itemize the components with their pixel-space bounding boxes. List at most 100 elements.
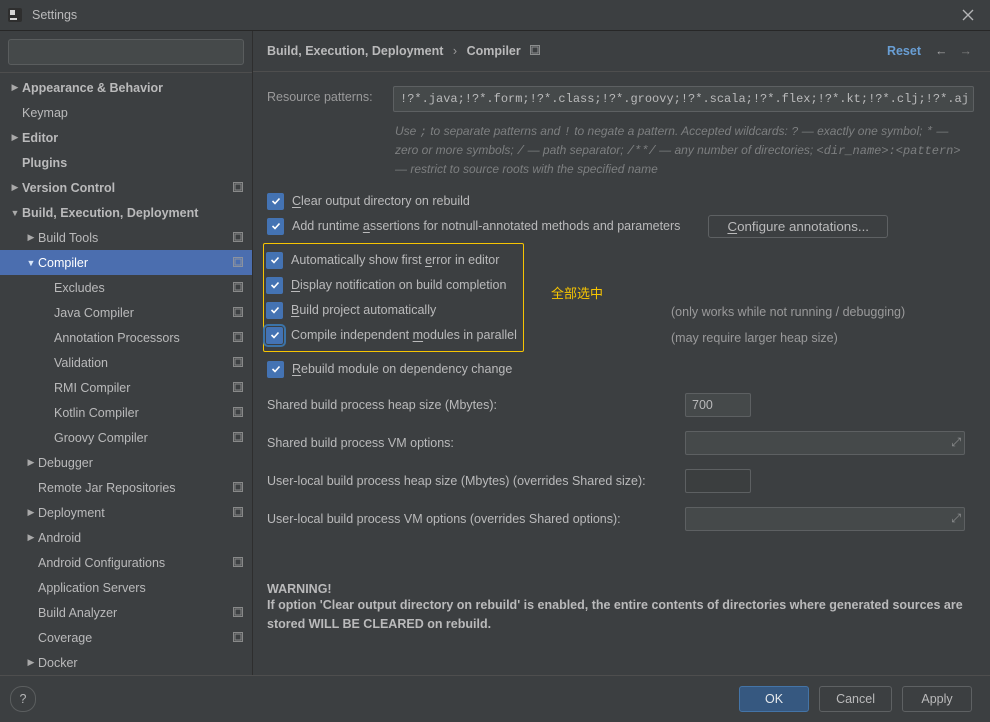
sidebar-item-editor[interactable]: ▶Editor <box>0 125 252 150</box>
app-icon <box>6 6 24 24</box>
sidebar-item-kotlin-compiler[interactable]: Kotlin Compiler <box>0 400 252 425</box>
project-scope-icon <box>232 406 246 420</box>
sidebar-item-android-configurations[interactable]: Android Configurations <box>0 550 252 575</box>
chevron-right-icon[interactable]: ▶ <box>8 132 22 143</box>
chevron-right-icon[interactable]: ▶ <box>24 532 38 543</box>
chevron-right-icon[interactable]: ▶ <box>24 657 38 668</box>
sidebar-item-build-tools[interactable]: ▶Build Tools <box>0 225 252 250</box>
sidebar-item-coverage[interactable]: Coverage <box>0 625 252 650</box>
clear-output-checkbox[interactable] <box>267 193 284 210</box>
sidebar-item-plugins[interactable]: Plugins <box>0 150 252 175</box>
auto-error-checkbox[interactable] <box>266 252 283 269</box>
user-vm-input[interactable] <box>685 507 965 531</box>
sidebar-item-application-servers[interactable]: Application Servers <box>0 575 252 600</box>
forward-arrow-icon: → <box>960 44 973 58</box>
project-scope-icon <box>232 356 246 370</box>
sidebar-item-compiler[interactable]: ▼Compiler <box>0 250 252 275</box>
add-runtime-checkbox[interactable] <box>267 218 284 235</box>
project-scope-icon <box>232 631 246 645</box>
user-heap-input[interactable] <box>685 469 751 493</box>
configure-annotations-button[interactable]: Configure annotations... <box>708 215 888 238</box>
sidebar-item-remote-jar-repositories[interactable]: Remote Jar Repositories <box>0 475 252 500</box>
sidebar-item-label: Coverage <box>38 631 226 645</box>
sidebar-item-debugger[interactable]: ▶Debugger <box>0 450 252 475</box>
sidebar: ▶Appearance & BehaviorKeymap▶EditorPlugi… <box>0 31 253 675</box>
sidebar-item-keymap[interactable]: Keymap <box>0 100 252 125</box>
warning-body: If option 'Clear output directory on reb… <box>267 596 974 634</box>
settings-tree[interactable]: ▶Appearance & BehaviorKeymap▶EditorPlugi… <box>0 73 252 675</box>
sidebar-item-label: RMI Compiler <box>54 381 226 395</box>
auto-error-label: Automatically show first error in editor <box>291 253 499 267</box>
build-auto-label: Build project automatically <box>291 303 436 317</box>
sidebar-item-annotation-processors[interactable]: Annotation Processors <box>0 325 252 350</box>
sidebar-item-label: Deployment <box>38 506 226 520</box>
sidebar-item-groovy-compiler[interactable]: Groovy Compiler <box>0 425 252 450</box>
project-scope-icon <box>232 481 246 495</box>
sidebar-item-label: Compiler <box>38 256 226 270</box>
resource-patterns-label: Resource patterns: <box>267 86 377 104</box>
resource-patterns-input[interactable] <box>393 86 974 112</box>
warning-title: WARNING! <box>267 582 974 596</box>
sidebar-item-build-execution-deployment[interactable]: ▼Build, Execution, Deployment <box>0 200 252 225</box>
search-row <box>0 31 252 73</box>
chevron-right-icon[interactable]: ▶ <box>24 232 38 243</box>
project-scope-icon <box>232 381 246 395</box>
clear-output-label: Clear output directory on rebuild <box>292 194 470 208</box>
build-auto-checkbox[interactable] <box>266 302 283 319</box>
project-scope-icon <box>232 331 246 345</box>
project-scope-icon <box>529 44 541 59</box>
search-input[interactable] <box>8 39 244 65</box>
help-button[interactable]: ? <box>10 686 36 712</box>
cancel-button[interactable]: Cancel <box>819 686 892 712</box>
settings-detail: Build, Execution, Deployment › Compiler … <box>253 31 990 675</box>
rebuild-dep-checkbox[interactable] <box>267 361 284 378</box>
sidebar-item-label: Remote Jar Repositories <box>38 481 226 495</box>
compile-parallel-label: Compile independent modules in parallel <box>291 328 517 342</box>
sidebar-item-label: Editor <box>22 131 246 145</box>
resource-patterns-hint: Use ; to separate patterns and ! to nega… <box>395 122 974 178</box>
sidebar-item-label: Android <box>38 531 246 545</box>
project-scope-icon <box>232 281 246 295</box>
sidebar-item-label: Appearance & Behavior <box>22 81 246 95</box>
back-arrow-icon[interactable]: ← <box>935 44 948 58</box>
apply-button[interactable]: Apply <box>902 686 972 712</box>
chevron-right-icon[interactable]: ▶ <box>24 507 38 518</box>
display-notification-checkbox[interactable] <box>266 277 283 294</box>
shared-vm-label: Shared build process VM options: <box>267 436 671 450</box>
ok-button[interactable]: OK <box>739 686 809 712</box>
sidebar-item-rmi-compiler[interactable]: RMI Compiler <box>0 375 252 400</box>
project-scope-icon <box>232 306 246 320</box>
sidebar-item-validation[interactable]: Validation <box>0 350 252 375</box>
breadcrumb: Build, Execution, Deployment › Compiler <box>267 44 521 58</box>
shared-heap-input[interactable] <box>685 393 751 417</box>
user-heap-label: User-local build process heap size (Mbyt… <box>267 474 671 488</box>
chevron-down-icon[interactable]: ▼ <box>24 258 38 268</box>
chevron-right-icon[interactable]: ▶ <box>24 457 38 468</box>
project-scope-icon <box>232 606 246 620</box>
chevron-right-icon[interactable]: ▶ <box>8 182 22 193</box>
expand-icon[interactable]: ⤢ <box>951 435 961 450</box>
reset-link[interactable]: Reset <box>887 44 921 58</box>
sidebar-item-deployment[interactable]: ▶Deployment <box>0 500 252 525</box>
close-icon[interactable] <box>950 0 986 30</box>
sidebar-item-docker[interactable]: ▶Docker <box>0 650 252 675</box>
chevron-right-icon[interactable]: ▶ <box>8 82 22 93</box>
chevron-down-icon[interactable]: ▼ <box>8 208 22 218</box>
annotation-callout: 全部选中 <box>551 283 603 302</box>
sidebar-item-appearance-behavior[interactable]: ▶Appearance & Behavior <box>0 75 252 100</box>
sidebar-item-version-control[interactable]: ▶Version Control <box>0 175 252 200</box>
sidebar-item-label: Java Compiler <box>54 306 226 320</box>
project-scope-icon <box>232 231 246 245</box>
highlighted-options-group: Automatically show first error in editor… <box>263 243 524 352</box>
sidebar-item-label: Keymap <box>22 106 246 120</box>
sidebar-item-label: Plugins <box>22 156 246 170</box>
sidebar-item-label: Excludes <box>54 281 226 295</box>
sidebar-item-android[interactable]: ▶Android <box>0 525 252 550</box>
sidebar-item-build-analyzer[interactable]: Build Analyzer <box>0 600 252 625</box>
shared-heap-label: Shared build process heap size (Mbytes): <box>267 398 671 412</box>
sidebar-item-java-compiler[interactable]: Java Compiler <box>0 300 252 325</box>
shared-vm-input[interactable] <box>685 431 965 455</box>
compile-parallel-checkbox[interactable] <box>266 327 283 344</box>
sidebar-item-excludes[interactable]: Excludes <box>0 275 252 300</box>
expand-icon[interactable]: ⤢ <box>951 511 961 526</box>
